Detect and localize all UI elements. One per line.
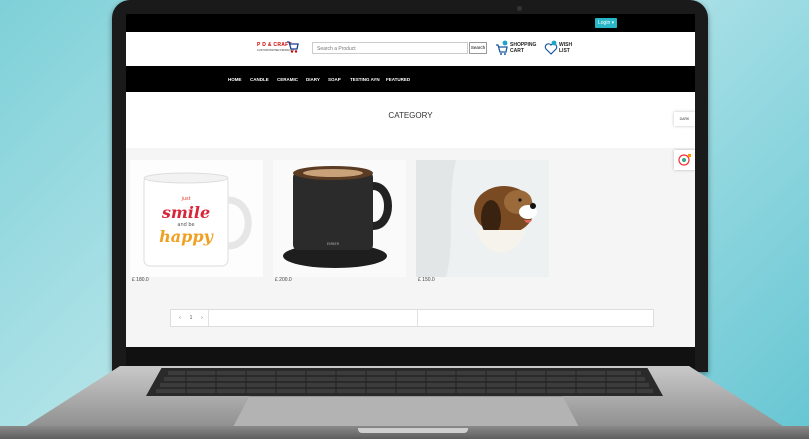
nav-ceramic[interactable]: CERAMIC	[277, 77, 298, 82]
wishlist-label: WISH LIST	[559, 42, 572, 54]
nav-soap[interactable]: SOAP	[328, 77, 341, 82]
keyboard	[146, 368, 663, 396]
login-button[interactable]: Login ▾	[595, 18, 618, 28]
mug-text-just: just	[180, 196, 190, 202]
nav-diary[interactable]: DIARY	[306, 77, 320, 82]
product-image[interactable]: just smile and be happy	[130, 160, 263, 277]
pager-divider	[208, 310, 209, 326]
prev-page-button[interactable]: ‹	[175, 313, 185, 324]
search-button[interactable]: Search	[469, 42, 487, 54]
beagle-image	[416, 160, 549, 277]
heart-icon	[544, 40, 558, 55]
site-header: P D & CRAFT CUSTOM PRINTED PRODUCTS Sear…	[126, 32, 695, 66]
trackpad	[232, 396, 580, 429]
camera	[517, 6, 522, 11]
cart-label: SHOPPING CART	[510, 42, 536, 54]
nav-testing-ayn[interactable]: TESTING AYN	[350, 77, 380, 82]
nav-candle[interactable]: CANDLE	[250, 77, 269, 82]
product-image[interactable]	[416, 160, 549, 277]
site-logo[interactable]: P D & CRAFT CUSTOM PRINTED PRODUCTS	[257, 40, 299, 58]
mug-text-happy: happy	[159, 227, 214, 246]
pager-divider	[417, 310, 418, 326]
search-input[interactable]: Search a Product	[312, 42, 468, 54]
pagination: ‹ 1 ›	[170, 309, 654, 327]
side-widget-tab[interactable]	[674, 150, 695, 170]
product-price: £ 150.0	[418, 277, 435, 283]
page-1-button[interactable]: 1	[186, 313, 196, 324]
product-image[interactable]: EMBER	[273, 160, 406, 277]
wish-label-line2: LIST	[559, 48, 570, 54]
product-grid: just smile and be happy £ 180.0 EMBER £ …	[126, 148, 695, 347]
widget-icon	[678, 154, 691, 166]
nav-featured[interactable]: FEATURED	[386, 77, 410, 82]
ember-mug-image: EMBER	[273, 160, 406, 277]
mug-smile-image: just smile and be happy	[130, 160, 263, 277]
top-bar: Login ▾	[126, 14, 695, 32]
laptop-notch	[358, 428, 468, 433]
product-price: £ 200.0	[275, 277, 292, 283]
next-page-button[interactable]: ›	[197, 313, 207, 324]
cart-label-line2: CART	[510, 48, 524, 54]
product-price: £ 180.0	[132, 277, 149, 283]
logo-cart-icon	[287, 41, 299, 53]
mug-brand: EMBER	[327, 242, 340, 246]
dark-mode-tab[interactable]: DARK	[674, 112, 695, 126]
nav-home[interactable]: HOME	[228, 77, 242, 82]
keyboard-keys	[156, 371, 653, 393]
mug-text-smile: smile	[161, 203, 210, 222]
browser-screen: Login ▾ P D & CRAFT CUSTOM PRINTED PRODU…	[126, 14, 695, 347]
page-title: CATEGORY	[388, 111, 433, 120]
cart-icon	[496, 40, 508, 55]
main-nav: HOME CANDLE CERAMIC DIARY SOAP TESTING A…	[126, 66, 695, 92]
